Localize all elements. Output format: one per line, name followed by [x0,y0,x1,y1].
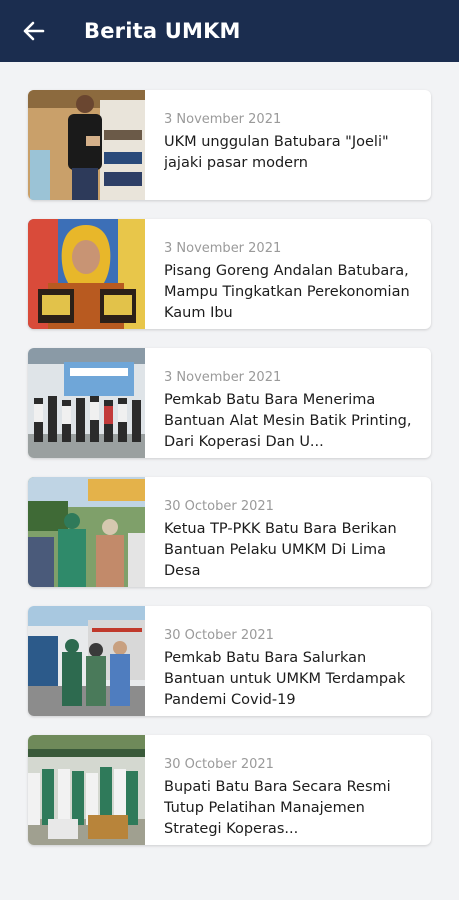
news-card[interactable]: 30 October 2021 Bupati Batu Bara Secara … [28,735,431,845]
news-thumbnail [28,606,145,716]
news-title: Pisang Goreng Andalan Batubara, Mampu Ti… [164,263,410,321]
news-thumbnail [28,735,145,845]
news-title: Pemkab Batu Bara Menerima Bantuan Alat M… [164,392,412,450]
news-title: Ketua TP-PKK Batu Bara Berikan Bantuan P… [164,521,397,579]
news-title: Bupati Batu Bara Secara Resmi Tutup Pela… [164,779,391,837]
news-list: 3 November 2021 UKM unggulan Batubara "J… [28,90,431,864]
news-card[interactable]: 30 October 2021 Ketua TP-PKK Batu Bara B… [28,477,431,587]
news-thumbnail [28,348,145,458]
news-date: 3 November 2021 [164,112,282,127]
arrow-left-icon [23,21,45,41]
back-button[interactable] [14,11,54,51]
news-date: 30 October 2021 [164,499,274,514]
news-card[interactable]: 3 November 2021 UKM unggulan Batubara "J… [28,90,431,200]
news-date: 30 October 2021 [164,757,274,772]
news-title: Pemkab Batu Bara Salurkan Bantuan untuk … [164,650,406,708]
news-thumbnail [28,219,145,329]
news-title: UKM unggulan Batubara "Joeli" jajaki pas… [164,134,389,171]
news-card[interactable]: 3 November 2021 Pemkab Batu Bara Menerim… [28,348,431,458]
news-thumbnail [28,90,145,200]
news-card[interactable]: 3 November 2021 Pisang Goreng Andalan Ba… [28,219,431,329]
news-card[interactable]: 30 October 2021 Pemkab Batu Bara Salurka… [28,606,431,716]
news-date: 3 November 2021 [164,370,282,385]
news-date: 30 October 2021 [164,628,274,643]
app-bar: Berita UMKM [0,0,459,62]
news-date: 3 November 2021 [164,241,282,256]
news-thumbnail [28,477,145,587]
page-title: Berita UMKM [84,19,241,43]
